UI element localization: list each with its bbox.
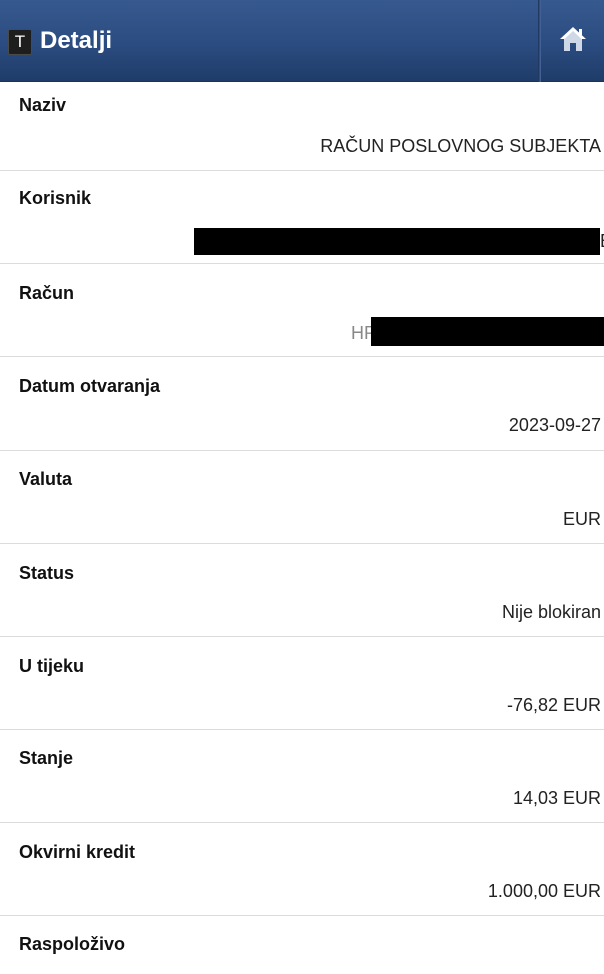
redaction-block: [371, 317, 604, 346]
detail-value: 14,03 EUR: [512, 788, 601, 808]
detail-row-u-tijeku: U tijeku -76,82 EUR: [0, 637, 604, 730]
detail-row-okvirni-kredit: Okvirni kredit 1.000,00 EUR: [0, 823, 604, 916]
detail-label: Stanje: [19, 748, 74, 768]
detail-label: Datum otvaranja: [19, 376, 161, 396]
detail-label: Valuta: [19, 469, 73, 489]
detail-label: Račun: [19, 283, 75, 303]
detail-row-korisnik: Korisnik E: [0, 171, 604, 264]
detail-value: EUR: [562, 509, 601, 529]
detail-value: RAČUN POSLOVNOG SUBJEKTA: [320, 136, 601, 156]
app-logo: T: [8, 29, 32, 55]
redaction-block: [194, 228, 600, 255]
detail-row-racun: Račun HR: [0, 264, 604, 357]
page-title: Detalji: [40, 27, 113, 54]
detail-label: Korisnik: [19, 188, 92, 208]
home-icon: [558, 24, 588, 59]
detail-label: U tijeku: [19, 656, 85, 676]
detail-row-raspolozivo: Raspoloživo: [0, 916, 604, 974]
details-list: Naziv RAČUN POSLOVNOG SUBJEKTA Korisnik …: [0, 82, 604, 974]
detail-value: 1.000,00 EUR: [487, 881, 601, 901]
detail-label: Okvirni kredit: [19, 842, 136, 862]
detail-label: Status: [19, 563, 75, 583]
detail-row-datum: Datum otvaranja 2023-09-27: [0, 357, 604, 451]
home-button[interactable]: [541, 0, 604, 82]
detail-label: Raspoloživo: [19, 934, 126, 954]
detail-value: E: [600, 229, 604, 253]
detail-value: 2023-09-27: [508, 415, 601, 435]
detail-value: -76,82 EUR: [506, 695, 601, 715]
detail-row-status: Status Nije blokiran: [0, 544, 604, 637]
detail-row-stanje: Stanje 14,03 EUR: [0, 730, 604, 823]
detail-label: Naziv: [19, 95, 67, 115]
app-bar: T Detalji: [0, 0, 604, 82]
detail-value: Nije blokiran: [501, 602, 601, 622]
detail-row-valuta: Valuta EUR: [0, 451, 604, 544]
detail-row-naziv: Naziv RAČUN POSLOVNOG SUBJEKTA: [0, 82, 604, 171]
